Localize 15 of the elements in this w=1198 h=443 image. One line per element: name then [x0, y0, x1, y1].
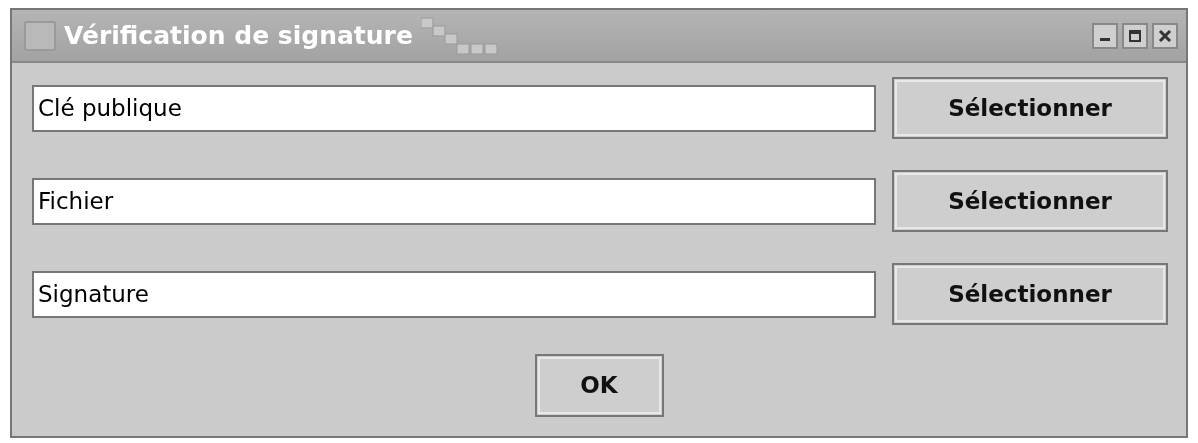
close-icon: [1158, 28, 1172, 43]
maximize-icon: [1128, 28, 1142, 43]
minimize-button[interactable]: [1092, 22, 1118, 49]
input-field[interactable]: Fichier: [32, 177, 876, 225]
select-button[interactable]: Sélectionner: [892, 77, 1168, 139]
select-button[interactable]: Sélectionner: [892, 263, 1168, 325]
minimize-icon: [1100, 38, 1110, 41]
select-button[interactable]: Sélectionner: [892, 170, 1168, 232]
input-field[interactable]: Clé publique: [32, 84, 876, 132]
window-title: Vérification de signature: [64, 19, 413, 52]
input-field[interactable]: Signature: [32, 270, 876, 318]
close-button[interactable]: [1152, 22, 1178, 49]
window-icon: [24, 20, 56, 51]
ok-button[interactable]: OK: [534, 354, 664, 417]
maximize-button[interactable]: [1122, 22, 1148, 49]
